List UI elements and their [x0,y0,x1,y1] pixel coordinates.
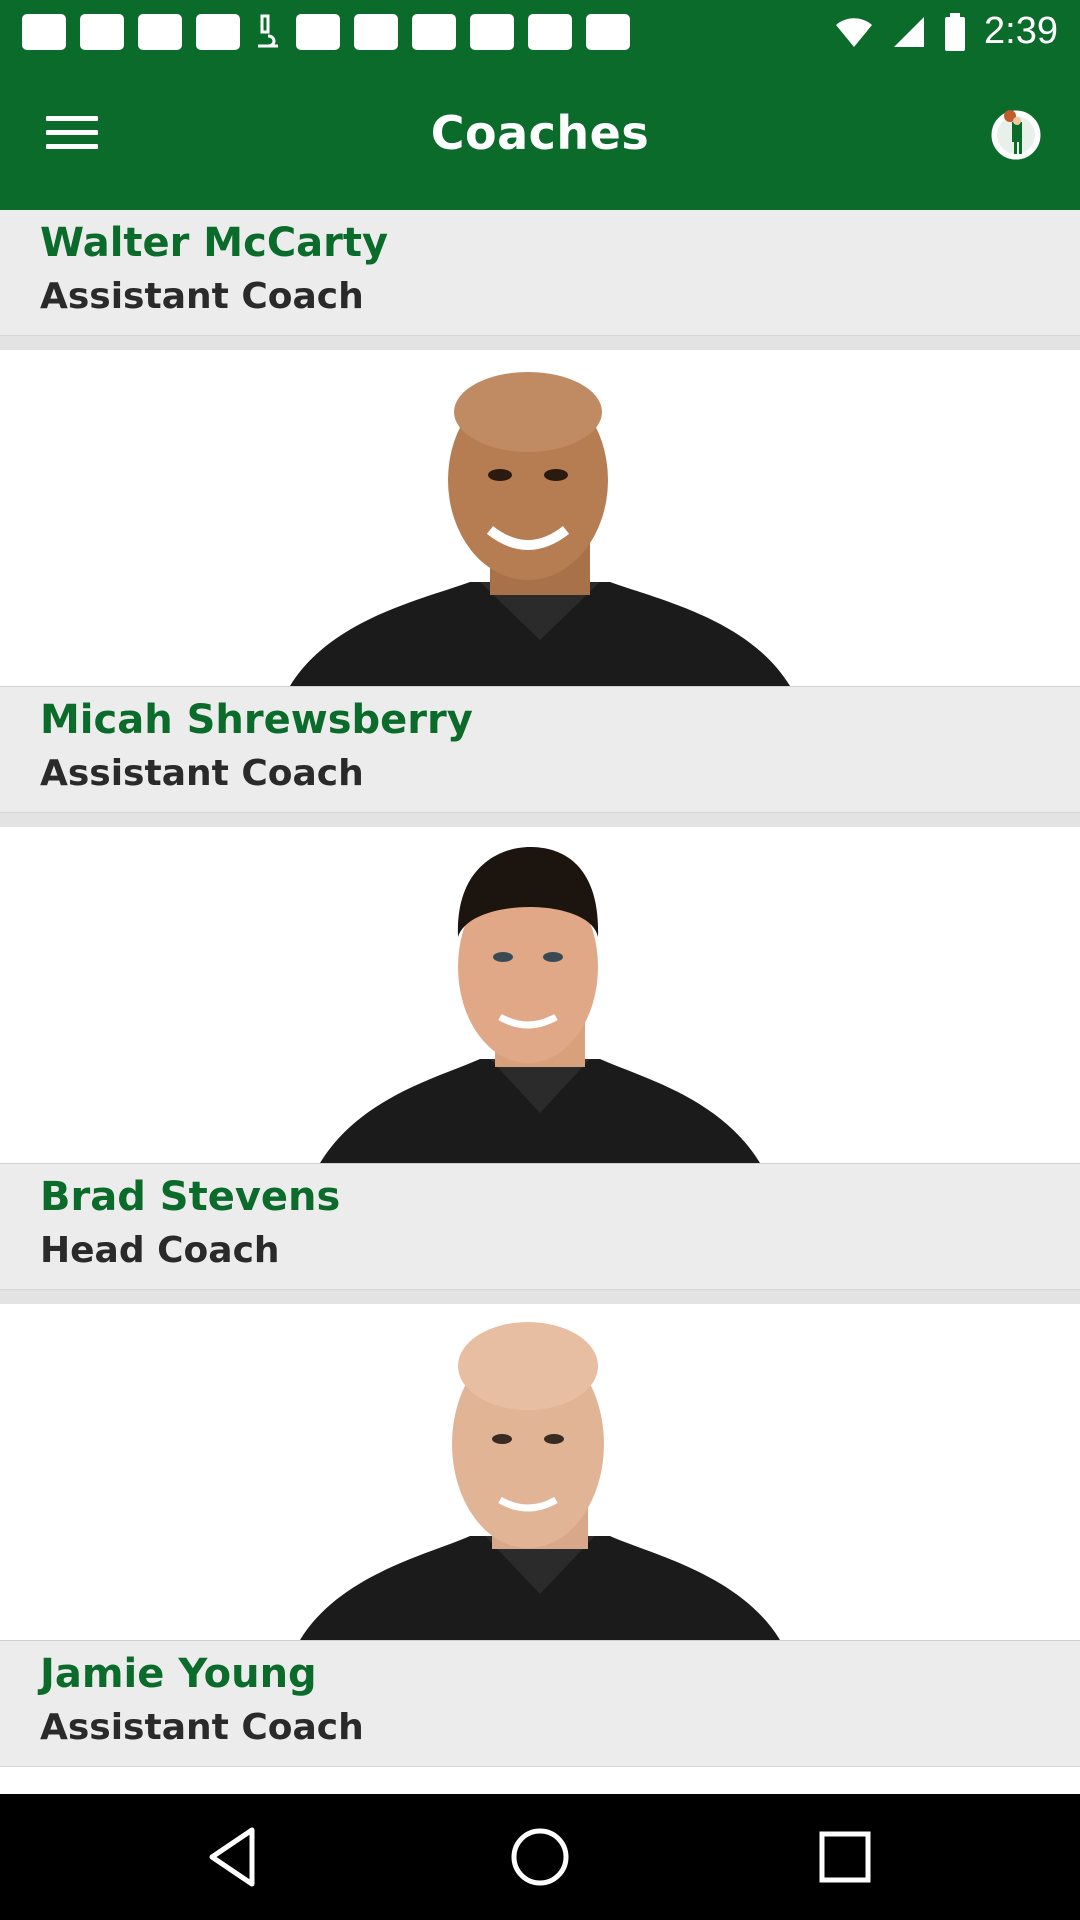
navigation-bar [0,1794,1080,1920]
coaches-list: Walter McCarty Assistant Coach Micah Shr… [0,210,1080,1767]
coach-role: Assistant Coach [40,276,364,317]
list-item[interactable]: Micah Shrewsberry Assistant Coach [0,686,1080,813]
recents-icon[interactable] [810,1822,880,1892]
coach-role: Assistant Coach [40,1707,364,1748]
coach-photo[interactable] [0,1290,1080,1640]
notification-icon [196,14,240,50]
microscope-icon [254,14,282,50]
list-item[interactable]: Brad Stevens Head Coach [0,1163,1080,1290]
list-item[interactable]: Walter McCarty Assistant Coach [0,210,1080,336]
notification-icon [138,14,182,50]
notification-icon [586,14,630,50]
coach-role: Assistant Coach [40,753,364,794]
notification-icon [296,14,340,50]
notification-icon [354,14,398,50]
home-icon[interactable] [505,1822,575,1892]
app-bar: Coaches [0,64,1080,210]
coach-name: Walter McCarty [40,220,389,266]
facebook-icon [80,14,124,50]
back-icon[interactable] [200,1822,270,1892]
wifi-icon [836,17,873,47]
battery-icon [945,12,966,51]
coach-photo[interactable] [0,336,1080,686]
celtics-logo-icon[interactable] [988,104,1044,166]
coach-photo[interactable] [0,813,1080,1163]
list-item[interactable]: Jamie Young Assistant Coach [0,1640,1080,1767]
coach-name: Micah Shrewsberry [40,697,473,743]
notification-icon [528,14,572,50]
page-title: Coaches [430,106,650,160]
clock: 2:39 [984,10,1058,52]
notification-icon [412,14,456,50]
notification-icons [22,14,630,50]
coach-name: Jamie Young [40,1651,317,1697]
coach-role: Head Coach [40,1230,280,1271]
status-bar: 2:39 [0,0,1080,64]
coach-name: Brad Stevens [40,1174,341,1220]
notification-icon [470,14,514,50]
messages-icon [22,14,66,50]
signal-icon [894,16,925,47]
